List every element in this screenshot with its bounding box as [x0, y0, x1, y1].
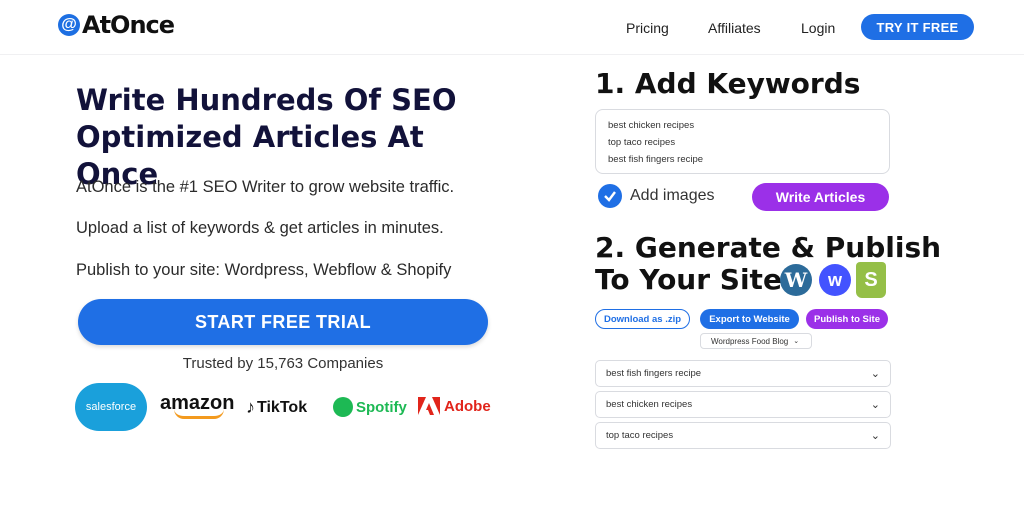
add-images-label: Add images [630, 187, 715, 204]
tiktok-note-icon: ♪ [246, 397, 255, 417]
start-free-trial-button[interactable]: START FREE TRIAL [78, 299, 488, 345]
keyword-line: top taco recipes [608, 137, 676, 148]
amazon-smile-icon [174, 409, 224, 419]
at-sign-icon: @ [58, 14, 80, 36]
tiktok-text: TikTok [257, 398, 308, 416]
article-accordion[interactable]: best chicken recipes ⌄ [595, 391, 891, 418]
wordpress-icon: W [780, 264, 812, 296]
site-select-value: Wordpress Food Blog [711, 336, 789, 346]
publish-to-site-button[interactable]: Publish to Site [806, 309, 888, 329]
spotify-icon [333, 397, 353, 417]
salesforce-logo: salesforce [75, 382, 147, 432]
step-2-title: 2. Generate & Publish [595, 231, 942, 264]
adobe-logo: Adobe [418, 397, 491, 415]
article-title: best chicken recipes [606, 399, 693, 410]
salesforce-cloud-icon: salesforce [75, 383, 147, 431]
chevron-down-icon: ⌄ [870, 399, 880, 411]
keywords-textarea[interactable]: best chicken recipes top taco recipes be… [595, 109, 890, 174]
top-nav: @ AtOnce Pricing Affiliates Login TRY IT… [0, 0, 1024, 55]
write-articles-button[interactable]: Write Articles [752, 183, 889, 211]
chevron-down-icon: ⌄ [870, 368, 880, 380]
article-title: best fish fingers recipe [606, 368, 702, 379]
try-it-free-button[interactable]: TRY IT FREE [861, 14, 974, 40]
nav-link-affiliates[interactable]: Affiliates [708, 20, 761, 36]
logo-text: AtOnce [82, 11, 175, 39]
step-2-subtitle: To Your Site [595, 263, 782, 296]
chevron-down-icon: ⌄ [870, 430, 880, 442]
site-select[interactable]: Wordpress Food Blog ⌄ [700, 333, 812, 349]
webflow-icon: w [819, 264, 851, 296]
nav-link-pricing[interactable]: Pricing [626, 20, 669, 36]
nav-link-login[interactable]: Login [801, 20, 835, 36]
article-accordion[interactable]: top taco recipes ⌄ [595, 422, 891, 449]
spotify-text: Spotify [356, 398, 407, 416]
export-to-website-button[interactable]: Export to Website [700, 309, 799, 329]
logo[interactable]: @ AtOnce [58, 11, 175, 39]
spotify-logo: Spotify [333, 397, 407, 417]
adobe-text: Adobe [444, 397, 491, 415]
chevron-down-icon: ⌄ [793, 338, 800, 345]
article-title: top taco recipes [606, 430, 674, 441]
hero-headline: Write Hundreds Of SEO Optimized Articles… [76, 83, 457, 191]
step-1-title: 1. Add Keywords [595, 67, 861, 100]
shopify-icon: S [856, 262, 886, 298]
hero-line-2: Upload a list of keywords & get articles… [76, 219, 444, 237]
keyword-line: best fish fingers recipe [608, 154, 704, 165]
add-images-checkbox[interactable] [598, 184, 622, 208]
keyword-line: best chicken recipes [608, 120, 695, 131]
hero-line-1: AtOnce is the #1 SEO Writer to grow webs… [76, 178, 455, 196]
trusted-by-text: Trusted by 15,763 Companies [182, 355, 384, 372]
download-zip-button[interactable]: Download as .zip [595, 309, 690, 329]
hero-line-3: Publish to your site: Wordpress, Webflow… [76, 261, 452, 279]
article-accordion[interactable]: best fish fingers recipe ⌄ [595, 360, 891, 387]
amazon-logo: amazon [160, 393, 234, 419]
tiktok-logo: ♪ TikTok [246, 397, 307, 418]
adobe-icon [418, 397, 440, 415]
checkmark-icon [604, 191, 616, 202]
